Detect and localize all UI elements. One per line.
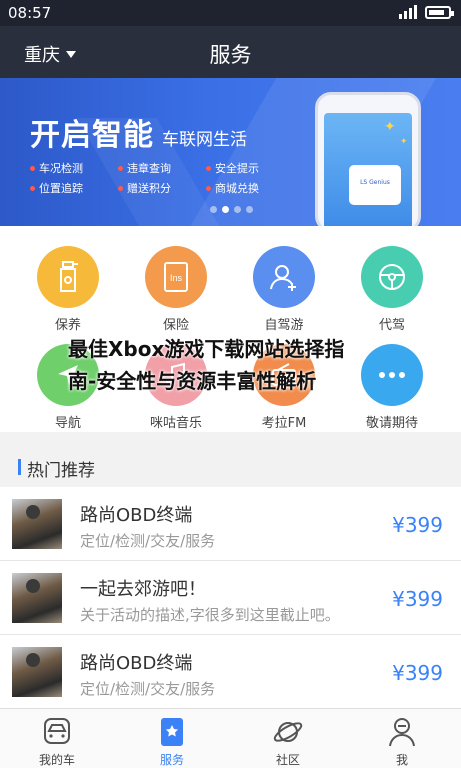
service-item-insurance[interactable]: Ins 保险	[136, 246, 216, 333]
service-grid: 保养 Ins 保险 自驾游 代驾 导航 咪咕音乐 考拉FM 敬请期待	[0, 226, 461, 432]
item-price: ¥399	[392, 661, 443, 685]
banner-title: 开启智能	[30, 118, 154, 153]
tab-me[interactable]: 我	[362, 715, 442, 768]
banner-feature: 商城兑换	[206, 180, 296, 196]
svg-text:Ins: Ins	[170, 273, 183, 283]
service-label: 导航	[54, 416, 81, 431]
nav-bar: 重庆 服务	[0, 26, 461, 78]
service-label: 自驾游	[264, 318, 304, 333]
banner-features: 车况检测 违章查询 安全提示 位置追踪 赠送积分 商城兑换	[30, 160, 296, 196]
battery-level	[429, 9, 445, 15]
carousel-dot[interactable]	[234, 206, 241, 213]
banner-feature: 违章查询	[118, 160, 206, 176]
list-item[interactable]: 一起去郊游吧！ 关于活动的描述,字很多到这里截止吧。 ¥399	[0, 561, 461, 635]
device-label: LS Genius	[360, 179, 390, 186]
phone-illustration: LS Genius ✦ ✦	[315, 92, 421, 226]
tab-label: 我	[395, 753, 408, 767]
profile-icon	[385, 715, 419, 749]
overlay-headline: 最佳Xbox游戏下载网站选择指 南-安全性与资源丰富性解析	[68, 333, 344, 397]
banner-feature: 车况检测	[30, 160, 118, 176]
banner-feature: 赠送积分	[118, 180, 206, 196]
car-icon	[40, 715, 74, 749]
product-thumbnail	[12, 499, 62, 549]
tab-service[interactable]: 服务	[132, 715, 212, 768]
tab-label: 社区	[275, 753, 300, 767]
sparkle-icon: ✦	[384, 119, 396, 135]
item-description: 定位/检测/交友/服务	[80, 532, 216, 550]
more-icon	[361, 344, 423, 406]
status-bar: 08:57	[0, 0, 461, 26]
item-title: 一起去郊游吧！	[80, 579, 206, 600]
tab-community[interactable]: 社区	[248, 715, 328, 768]
item-price: ¥399	[392, 513, 443, 537]
carousel-dot[interactable]	[210, 206, 217, 213]
status-icons	[399, 5, 454, 19]
carousel-dot[interactable]	[222, 206, 229, 213]
battery-icon	[425, 5, 454, 19]
service-label: 保险	[162, 318, 189, 333]
tab-my-car[interactable]: 我的车	[17, 715, 97, 768]
carousel-dot[interactable]	[246, 206, 253, 213]
service-label: 保养	[54, 318, 81, 333]
bottle-icon	[37, 246, 99, 308]
service-icon	[155, 715, 189, 749]
list-item[interactable]: 路尚OBD终端 定位/检测/交友/服务 ¥399	[0, 487, 461, 561]
obd-device-image: LS Genius	[349, 165, 401, 205]
overlay-line: 南-安全性与资源丰富性解析	[68, 369, 317, 393]
service-label: 咪咕音乐	[149, 416, 202, 431]
bottom-tab-bar: 我的车 服务 社区 我	[0, 708, 461, 768]
service-label: 代驾	[378, 318, 405, 333]
sparkle-icon: ✦	[400, 137, 408, 147]
list-item[interactable]: 路尚OBD终端 定位/检测/交友/服务 ¥399	[0, 635, 461, 709]
product-thumbnail	[12, 573, 62, 623]
promo-banner[interactable]: 开启智能 车联网生活 车况检测 违章查询 安全提示 位置追踪 赠送积分 商城兑换…	[0, 78, 461, 226]
planet-icon	[271, 715, 305, 749]
carousel-indicator[interactable]	[210, 206, 253, 213]
section-title: 热门推荐	[27, 461, 95, 481]
item-title: 路尚OBD终端	[80, 505, 193, 526]
service-label: 敬请期待	[365, 416, 418, 431]
service-item-road-trip[interactable]: 自驾游	[244, 246, 324, 333]
status-time: 08:57	[8, 4, 52, 22]
overlay-line: 最佳Xbox游戏下载网站选择指	[68, 337, 345, 361]
banner-feature: 安全提示	[206, 160, 296, 176]
section-accent-bar	[18, 459, 21, 475]
hot-list: 路尚OBD终端 定位/检测/交友/服务 ¥399 一起去郊游吧！ 关于活动的描述…	[0, 487, 461, 709]
product-thumbnail	[12, 647, 62, 697]
page-title: 服务	[209, 43, 252, 67]
insurance-icon: Ins	[145, 246, 207, 308]
tab-label: 服务	[159, 753, 184, 767]
steering-wheel-icon	[361, 246, 423, 308]
item-price: ¥399	[392, 587, 443, 611]
hot-section-header: 热门推荐	[0, 447, 461, 487]
service-item-maintenance[interactable]: 保养	[28, 246, 108, 333]
banner-subtitle: 车联网生活	[162, 130, 247, 150]
service-label: 考拉FM	[261, 416, 307, 431]
tab-label: 我的车	[38, 753, 75, 767]
item-description: 定位/检测/交友/服务	[80, 680, 216, 698]
item-description: 关于活动的描述,字很多到这里截止吧。	[80, 606, 340, 624]
service-item-designated-driver[interactable]: 代驾	[352, 246, 432, 333]
item-title: 路尚OBD终端	[80, 653, 193, 674]
banner-feature: 位置追踪	[30, 180, 118, 196]
signal-icon	[399, 5, 417, 19]
service-item-coming-soon[interactable]: 敬请期待	[352, 344, 432, 431]
banner-headline: 开启智能 车联网生活	[30, 110, 247, 154]
person-add-icon	[253, 246, 315, 308]
